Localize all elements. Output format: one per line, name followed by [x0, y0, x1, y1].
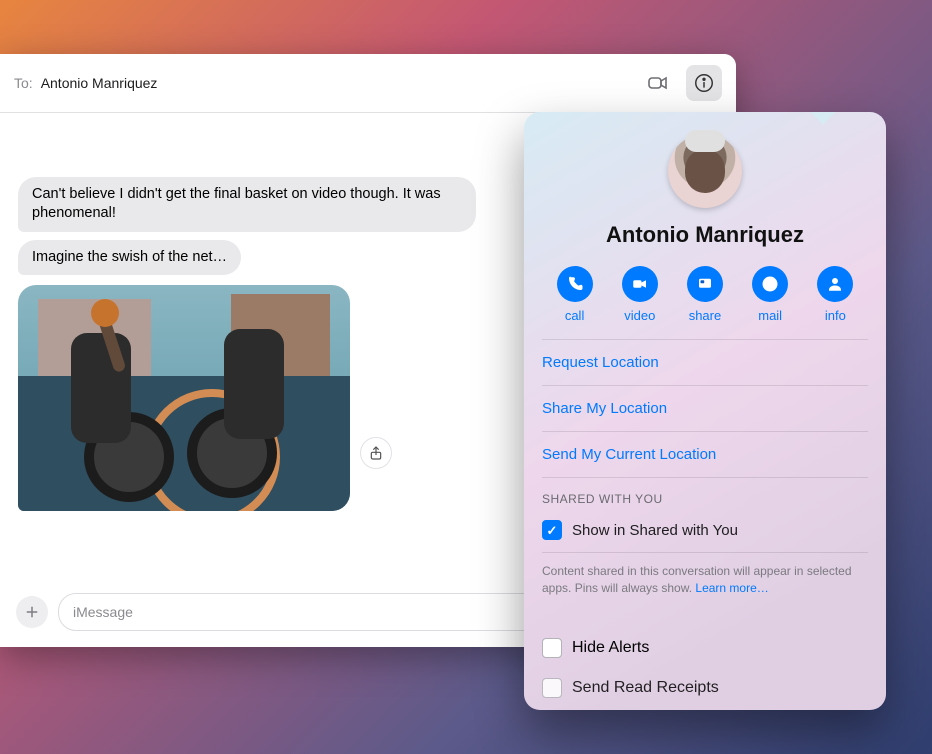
to-field: To: Antonio Manriquez — [14, 75, 157, 91]
share-label: share — [689, 308, 722, 323]
hide-alerts-row[interactable]: Hide Alerts — [542, 628, 868, 668]
send-read-receipts-row[interactable]: Send Read Receipts — [542, 668, 868, 708]
call-label: call — [565, 308, 585, 323]
person-icon — [826, 275, 844, 293]
send-read-receipts-checkbox[interactable] — [542, 678, 562, 698]
facetime-button[interactable] — [640, 65, 676, 101]
incoming-message[interactable]: Imagine the swish of the net… — [18, 240, 241, 276]
shared-help-text: Content shared in this conversation will… — [542, 553, 868, 628]
image-message[interactable] — [18, 285, 350, 511]
hide-alerts-checkbox[interactable] — [542, 638, 562, 658]
learn-more-link[interactable]: Learn more… — [695, 581, 768, 595]
incoming-message[interactable]: Can't believe I didn't get the final bas… — [18, 177, 476, 232]
video-camera-icon — [646, 71, 670, 95]
to-label: To: — [14, 75, 33, 91]
share-my-location-link[interactable]: Share My Location — [542, 386, 868, 432]
call-action[interactable]: call — [557, 266, 593, 323]
info-label: info — [825, 308, 846, 323]
screen-share-icon — [696, 275, 714, 293]
share-icon — [368, 445, 384, 461]
share-image-button[interactable] — [360, 437, 392, 469]
header-buttons — [640, 65, 722, 101]
info-circle-icon — [693, 72, 715, 94]
location-links: Request Location Share My Location Send … — [524, 339, 886, 708]
hide-alerts-label: Hide Alerts — [572, 639, 649, 657]
send-current-location-link[interactable]: Send My Current Location — [542, 432, 868, 478]
video-label: video — [624, 308, 655, 323]
phone-icon — [566, 275, 584, 293]
contact-name: Antonio Manriquez — [524, 222, 886, 248]
action-row: call video share mail info — [524, 266, 886, 339]
conversation-header: To: Antonio Manriquez — [0, 54, 736, 113]
show-in-shared-checkbox[interactable] — [542, 520, 562, 540]
contact-info-popover: Antonio Manriquez call video share mail … — [524, 112, 886, 710]
mail-icon — [761, 275, 779, 293]
info-action[interactable]: info — [817, 266, 853, 323]
shared-section-label: SHARED WITH YOU — [542, 478, 868, 514]
share-action[interactable]: share — [687, 266, 723, 323]
video-action[interactable]: video — [622, 266, 658, 323]
show-in-shared-label: Show in Shared with You — [572, 522, 738, 539]
request-location-link[interactable]: Request Location — [542, 339, 868, 386]
contact-avatar[interactable] — [668, 134, 742, 208]
to-name[interactable]: Antonio Manriquez — [41, 75, 158, 91]
mail-label: mail — [758, 308, 782, 323]
plus-icon — [23, 603, 41, 621]
info-button[interactable] — [686, 65, 722, 101]
add-attachment-button[interactable] — [16, 596, 48, 628]
mail-action[interactable]: mail — [752, 266, 788, 323]
show-in-shared-row[interactable]: Show in Shared with You — [542, 514, 868, 553]
video-icon — [631, 275, 649, 293]
send-read-receipts-label: Send Read Receipts — [572, 679, 719, 697]
